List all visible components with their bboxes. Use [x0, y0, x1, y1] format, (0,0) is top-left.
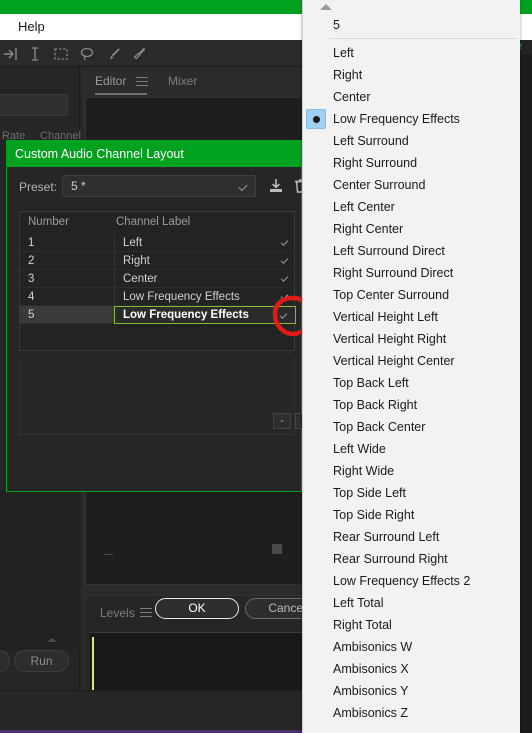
save-preset-icon[interactable]	[265, 175, 287, 197]
dropdown-item[interactable]: Top Side Right	[303, 504, 521, 526]
row-channel-label[interactable]: Right	[114, 252, 296, 270]
row-channel-label[interactable]: Left	[114, 234, 296, 252]
table-row[interactable]: 4 Low Frequency Effects	[20, 288, 296, 306]
table-row[interactable]: 3 Center	[20, 270, 296, 288]
dropdown-item[interactable]: Center Surround	[303, 174, 521, 196]
column-header-number: Number	[28, 216, 69, 228]
preset-row: Preset: 5 *	[7, 167, 307, 207]
dropdown-item[interactable]: Vertical Height Center	[303, 350, 521, 372]
row-channel-label[interactable]: Center	[114, 270, 296, 288]
spot-healing-brush-icon[interactable]	[130, 45, 148, 63]
lasso-select-icon[interactable]	[78, 45, 96, 63]
dropdown-separator	[329, 38, 517, 39]
custom-audio-channel-layout-dialog: Custom Audio Channel Layout Preset: 5 * …	[6, 140, 329, 619]
channel-table-body: 1 Left 2 Right 3 Center 4 Low Frequency Effects…	[20, 234, 296, 324]
row-number: 1	[20, 234, 114, 252]
dropdown-item[interactable]: Right Surround Direct	[303, 262, 521, 284]
dropdown-item[interactable]: Top Center Surround	[303, 284, 521, 306]
menu-item-help[interactable]: Help	[14, 18, 49, 35]
remove-channel-button[interactable]: -	[273, 413, 291, 429]
paintbrush-icon[interactable]	[104, 45, 122, 63]
move-tool-icon[interactable]	[2, 45, 20, 63]
left-panel-field[interactable]	[0, 94, 68, 116]
dropdown-item[interactable]: Low Frequency Effects	[303, 108, 521, 130]
dropdown-item[interactable]: Top Back Right	[303, 394, 521, 416]
chevron-down-icon	[238, 181, 248, 192]
channel-label-dropdown: 5 Left Right Center Low Frequency Effects Le…	[302, 0, 520, 733]
dropdown-item[interactable]: Top Back Center	[303, 416, 521, 438]
ok-button[interactable]: OK	[155, 598, 239, 619]
channel-table-header: Number Channel Label	[20, 212, 296, 234]
dropdown-item[interactable]: Vertical Height Right	[303, 328, 521, 350]
dropdown-item[interactable]: Left Surround	[303, 130, 521, 152]
dropdown-item[interactable]: Left Surround Direct	[303, 240, 521, 262]
dropdown-item[interactable]: Left	[303, 42, 521, 64]
levels-menu-icon[interactable]	[140, 608, 152, 620]
tab-editor[interactable]: Editor	[95, 74, 126, 88]
selected-radio-icon	[306, 109, 326, 129]
row-number: 3	[20, 270, 114, 288]
dropdown-item[interactable]: Ambisonics Z	[303, 702, 521, 724]
dropdown-header-item[interactable]: 5	[303, 14, 521, 36]
meter-bar	[92, 637, 94, 691]
chevron-down-icon[interactable]	[280, 238, 289, 246]
dropdown-item[interactable]: Ambisonics W	[303, 636, 521, 658]
text-cursor-icon[interactable]	[26, 45, 44, 63]
panel-menu-icon[interactable]	[136, 77, 148, 89]
dropdown-item[interactable]: Right Wide	[303, 460, 521, 482]
dropdown-item[interactable]: Top Side Left	[303, 482, 521, 504]
table-row[interactable]: 1 Left	[20, 234, 296, 252]
dropdown-item[interactable]: Right Center	[303, 218, 521, 240]
dropdown-item[interactable]: Left Center	[303, 196, 521, 218]
dropdown-item[interactable]: Center	[303, 86, 521, 108]
left-panel-lower	[0, 490, 80, 650]
preset-value: 5 *	[71, 179, 86, 193]
dropdown-item[interactable]: Right Surround	[303, 152, 521, 174]
dropdown-item[interactable]: Rear Surround Right	[303, 548, 521, 570]
panel-resize-handle[interactable]	[47, 638, 57, 642]
active-tab-indicator	[95, 93, 147, 95]
dropdown-item[interactable]: Vertical Height Left	[303, 306, 521, 328]
chevron-down-icon[interactable]	[280, 256, 289, 264]
row-number: 4	[20, 288, 114, 306]
chevron-down-icon[interactable]	[280, 274, 289, 282]
channel-table-lower-area	[19, 357, 295, 435]
preset-select[interactable]: 5 *	[62, 175, 256, 197]
dialog-title: Custom Audio Channel Layout	[7, 141, 301, 167]
dropdown-item[interactable]: Left Total	[303, 592, 521, 614]
dropdown-item[interactable]: Rear Surround Left	[303, 526, 521, 548]
editor-marker-dash	[104, 554, 113, 555]
run-button[interactable]: Run	[14, 650, 69, 672]
dropdown-item[interactable]: Right	[303, 64, 521, 86]
levels-panel-title: Levels	[100, 606, 135, 620]
dropdown-item[interactable]: Low Frequency Effects 2	[303, 570, 521, 592]
dropdown-item[interactable]: Top Back Left	[303, 372, 521, 394]
dropdown-item[interactable]: Ambisonics X	[303, 658, 521, 680]
table-row[interactable]: 2 Right	[20, 252, 296, 270]
dropdown-item[interactable]: Left Wide	[303, 438, 521, 460]
tab-mixer[interactable]: Mixer	[168, 74, 197, 88]
row-number: 5	[20, 306, 114, 324]
dropdown-item[interactable]: Right Total	[303, 614, 521, 636]
scroll-up-arrow-icon[interactable]	[303, 0, 521, 14]
table-row[interactable]: 5 Low Frequency Effects	[20, 306, 296, 324]
preset-label: Preset:	[19, 180, 58, 194]
screenshot-root: Help Rate Channel Run Editor Mixer Level…	[0, 0, 532, 733]
row-number: 2	[20, 252, 114, 270]
channel-table: Number Channel Label 1 Left 2 Right 3 Center 4…	[19, 211, 296, 351]
editor-marker-square	[272, 544, 282, 554]
column-header-channel-label: Channel Label	[116, 216, 191, 228]
marquee-select-icon[interactable]	[52, 45, 70, 63]
dropdown-item[interactable]: Ambisonics Y	[303, 680, 521, 702]
